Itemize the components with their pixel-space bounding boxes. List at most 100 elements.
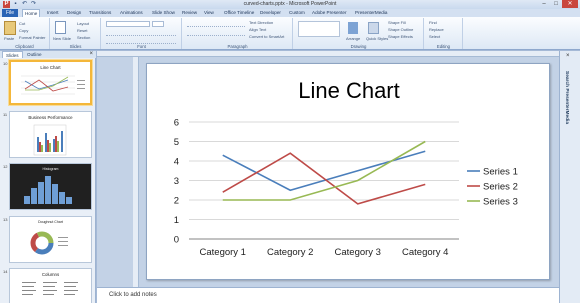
minimize-icon[interactable]: – <box>538 0 550 8</box>
font-size-field[interactable] <box>152 21 164 27</box>
chart-x-tick-label: Category 4 <box>402 247 448 258</box>
chart-legend: Series 1 Series 2 Series 3 <box>467 167 518 208</box>
ribbon-tabs: File Home Insert Design Transitions Anim… <box>0 9 580 17</box>
align-text-button[interactable]: Align Text <box>249 27 266 32</box>
tab-developer[interactable]: Developer <box>260 9 281 17</box>
layout-button[interactable]: Layout <box>77 21 89 26</box>
tab-outline[interactable]: Outline <box>24 51 45 58</box>
tab-design[interactable]: Design <box>67 9 81 17</box>
panel-close-icon[interactable]: × <box>89 51 93 58</box>
slide-thumbnail[interactable]: Line Chart <box>9 60 92 105</box>
cut-button[interactable]: Cut <box>19 21 25 26</box>
panel-tabs: Slides Outline × <box>0 51 96 58</box>
convert-smartart-button[interactable]: Convert to SmartArt <box>249 34 284 39</box>
tab-transitions[interactable]: Transitions <box>89 9 111 17</box>
chart-x-tick-label: Category 3 <box>335 247 381 258</box>
list-buttons[interactable] <box>187 21 245 27</box>
window-controls: – □ ✕ <box>538 0 578 8</box>
replace-button[interactable]: Replace <box>429 27 444 32</box>
find-button[interactable]: Find <box>429 20 437 25</box>
slide-number: 10 <box>3 61 8 66</box>
tab-insert[interactable]: Insert <box>47 9 59 17</box>
select-button[interactable]: Select <box>429 34 440 39</box>
vertical-ruler[interactable] <box>133 57 139 287</box>
tab-slides[interactable]: Slides <box>2 51 23 58</box>
editing-group-label: Editing <box>436 44 451 49</box>
tab-slide-show[interactable]: Slide Show <box>152 9 175 17</box>
slide-number: 12 <box>3 164 8 169</box>
quick-styles-icon[interactable] <box>368 22 379 34</box>
columns-thumbnail-graphic <box>22 282 78 295</box>
chart-x-tick-label: Category 1 <box>200 247 246 258</box>
slide-thumbnail[interactable]: Doughnut Chart <box>9 216 92 263</box>
ribbon: Paste Cut Copy Format Painter Clipboard … <box>0 17 580 50</box>
doughnut-chart-thumbnail-graphic <box>30 231 68 255</box>
paste-button[interactable]: Paste <box>4 36 14 41</box>
editing-group: Find Replace Select Editing <box>425 18 463 49</box>
slide-number: 13 <box>3 217 8 222</box>
paragraph-group: Text Direction Align Text Convert to Sma… <box>183 18 293 49</box>
tab-review[interactable]: Review <box>182 9 197 17</box>
chart-legend-label: Series 1 <box>483 167 518 178</box>
slide-editing-area: Line Chart 0123456 Category 1 Category 2C… <box>97 51 559 287</box>
maximize-icon[interactable]: □ <box>550 0 562 8</box>
align-buttons[interactable] <box>187 30 245 36</box>
font-style-buttons[interactable] <box>106 30 176 36</box>
paste-icon[interactable] <box>4 21 16 35</box>
presentermedia-pane: × Search PresenterMedia <box>559 51 580 303</box>
title-bar: P ▪ ↶ ↷ curved-charts.pptx - Microsoft P… <box>0 0 580 9</box>
chart-legend-label: Series 3 <box>483 197 518 208</box>
chart-y-tick-label: 5 <box>174 137 179 148</box>
arrange-button[interactable]: Arrange <box>346 36 360 41</box>
arrange-icon[interactable] <box>348 22 358 34</box>
tab-presentermedia[interactable]: PresenterMedia <box>355 9 387 17</box>
format-painter-button[interactable]: Format Painter <box>19 35 45 40</box>
clipboard-group: Paste Cut Copy Format Painter Clipboard <box>0 18 50 49</box>
new-slide-button[interactable]: New Slide <box>53 36 71 41</box>
line-chart-thumbnail-graphic <box>21 75 85 95</box>
tab-custom[interactable]: Custom <box>289 9 305 17</box>
slide-number: 11 <box>3 112 8 117</box>
chart-y-tick-labels: 0 1 2 3 4 5 6 <box>174 118 179 246</box>
slides-group-label: Slides <box>69 44 82 49</box>
tab-office-timeline[interactable]: Office Timeline <box>224 9 254 17</box>
tab-animations[interactable]: Animations <box>120 9 143 17</box>
shape-outline-button[interactable]: Shape Outline <box>388 27 413 32</box>
font-name-field[interactable] <box>106 21 150 27</box>
slides-group: New Slide Layout Reset Section Slides <box>51 18 101 49</box>
section-button[interactable]: Section <box>77 35 90 40</box>
chart-legend-label: Series 2 <box>483 182 518 193</box>
window-title: curved-charts.pptx - Microsoft PowerPoin… <box>243 1 337 7</box>
tab-home[interactable]: Home <box>22 9 41 17</box>
drawing-group: Arrange Quick Styles Shape Fill Shape Ou… <box>294 18 424 49</box>
slide-thumbnail[interactable]: Business Performance <box>9 111 92 158</box>
text-direction-button[interactable]: Text Direction <box>249 20 273 25</box>
slide-thumbnail[interactable]: Columns <box>9 268 92 303</box>
slide-number: 14 <box>3 269 8 274</box>
shapes-gallery[interactable] <box>298 21 340 37</box>
tab-adobe-presenter[interactable]: Adobe Presenter <box>312 9 346 17</box>
notes-area[interactable]: Click to add notes <box>97 287 559 303</box>
new-slide-icon[interactable] <box>55 21 66 34</box>
slide-canvas[interactable]: Line Chart 0123456 Category 1 Category 2C… <box>146 63 550 280</box>
drawing-group-label: Drawing <box>350 44 367 49</box>
pane-close-icon[interactable]: × <box>566 53 570 59</box>
quick-styles-button[interactable]: Quick Styles <box>366 36 388 41</box>
column-chart-thumbnail-graphic <box>33 124 67 156</box>
chart-x-tick-labels: Category 1 Category 2 Category 3 Category 4 <box>200 247 449 258</box>
shape-fill-button[interactable]: Shape Fill <box>388 20 406 25</box>
slide-thumbnail[interactable]: Histogram <box>9 163 92 210</box>
line-chart[interactable]: 0123456 Category 1 Category 2 Category 3 Ca… <box>147 64 551 281</box>
tab-file[interactable]: File <box>2 9 18 17</box>
horizontal-ruler[interactable] <box>97 51 559 57</box>
reset-button[interactable]: Reset <box>77 28 87 33</box>
chart-y-tick-label: 1 <box>174 215 179 226</box>
shape-effects-button[interactable]: Shape Effects <box>388 34 413 39</box>
close-icon[interactable]: ✕ <box>562 0 578 8</box>
histogram-thumbnail-graphic <box>24 176 72 204</box>
chart-series-line <box>222 150 426 192</box>
tab-view[interactable]: View <box>204 9 214 17</box>
chart-y-tick-label: 2 <box>174 196 179 207</box>
copy-button[interactable]: Copy <box>19 28 28 33</box>
notes-placeholder: Click to add notes <box>109 292 157 298</box>
